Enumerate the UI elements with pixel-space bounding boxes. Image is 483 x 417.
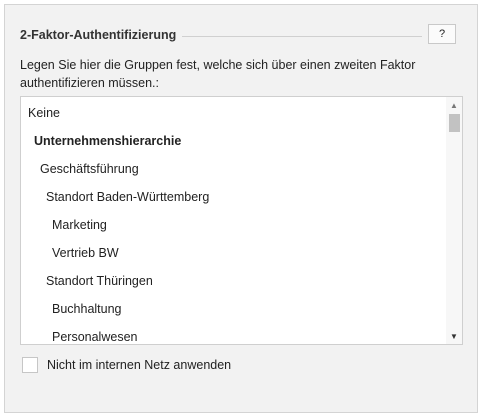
- scroll-thumb[interactable]: [449, 114, 460, 132]
- internal-network-option[interactable]: Nicht im internen Netz anwenden: [22, 356, 231, 374]
- list-item[interactable]: Standort Baden-Württemberg: [21, 190, 444, 204]
- internal-network-label: Nicht im internen Netz anwenden: [47, 358, 232, 372]
- vertical-scrollbar[interactable]: ▲ ▼: [446, 97, 462, 344]
- header-divider: [182, 36, 422, 37]
- list-item[interactable]: Unternehmenshierarchie: [21, 134, 444, 148]
- section-header: 2-Faktor-Authentifizierung ?: [20, 24, 462, 46]
- help-button[interactable]: ?: [428, 24, 456, 44]
- section-title: 2-Faktor-Authentifizierung: [20, 28, 177, 42]
- list-item[interactable]: Standort Thüringen: [21, 274, 444, 288]
- list-item[interactable]: Buchhaltung: [21, 302, 444, 316]
- scroll-up-icon[interactable]: ▲: [446, 97, 462, 113]
- two-factor-panel: 2-Faktor-Authentifizierung ? Legen Sie h…: [4, 4, 478, 413]
- list-item[interactable]: Keine: [21, 106, 444, 120]
- list-item[interactable]: Personalwesen: [21, 330, 444, 344]
- list-item[interactable]: Marketing: [21, 218, 444, 232]
- list-item[interactable]: Vertrieb BW: [21, 246, 444, 260]
- section-description: Legen Sie hier die Gruppen fest, welche …: [20, 58, 416, 90]
- group-list[interactable]: ▲ ▼ Keine Unternehmenshierarchie Geschäfts…: [20, 96, 463, 345]
- scroll-down-icon[interactable]: ▼: [446, 328, 462, 344]
- list-item[interactable]: Geschäftsführung: [21, 162, 444, 176]
- internal-network-checkbox[interactable]: [22, 357, 38, 373]
